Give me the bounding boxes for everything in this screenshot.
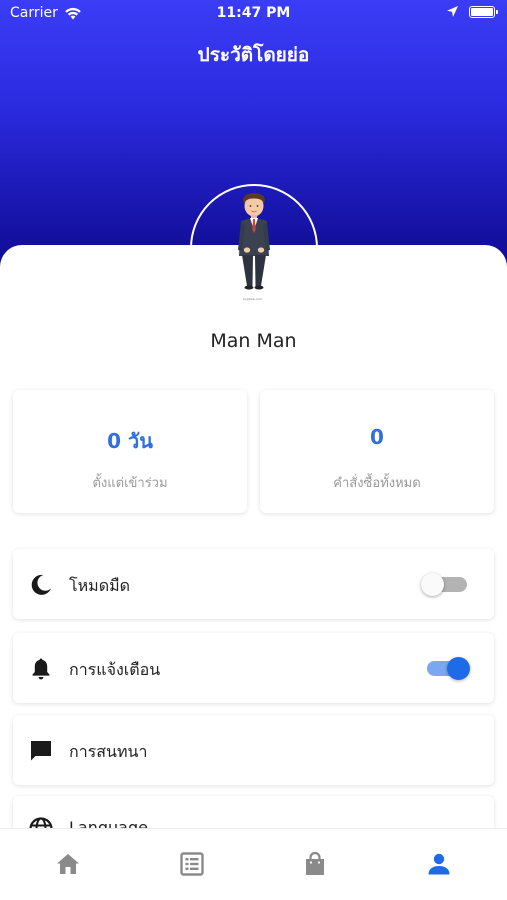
stat-orders-label: คำสั่งซื้อทั้งหมด: [333, 476, 421, 491]
avatar-caption: pngtree.com: [243, 297, 263, 301]
avatar-illustration: [238, 193, 270, 290]
chat-icon: [31, 741, 51, 761]
home-icon[interactable]: [55, 851, 81, 877]
setting-dark-mode[interactable]: โหมดมืด: [13, 549, 494, 619]
stat-orders-value: 0: [370, 425, 384, 449]
stat-joined-value: 0 วัน: [107, 429, 153, 453]
dark-mode-toggle[interactable]: [421, 573, 467, 596]
battery-icon: [469, 5, 498, 18]
setting-notifications[interactable]: การแจ้งเตือน: [13, 633, 494, 703]
person-icon[interactable]: [426, 851, 452, 877]
bell-icon: [32, 658, 50, 680]
stat-joined-label: ตั้งแต่เข้าร่วม: [92, 476, 168, 491]
avatar[interactable]: [192, 186, 316, 310]
status-right-group: [446, 5, 498, 18]
setting-chat[interactable]: การสนทนา: [13, 715, 494, 785]
status-time: 11:47 PM: [216, 5, 291, 21]
list-icon[interactable]: [179, 851, 205, 877]
location-arrow-icon: [447, 6, 458, 17]
notifications-toggle[interactable]: [427, 657, 470, 680]
profile-name: Man Man: [210, 330, 297, 352]
stat-card-joined: 0 วัน ตั้งแต่เข้าร่วม: [13, 390, 247, 513]
moon-icon: [31, 574, 51, 595]
tab-bar: [0, 828, 507, 900]
stat-card-orders: 0 คำสั่งซื้อทั้งหมด: [260, 390, 494, 513]
status-bar: Carrier 11:47 PM: [0, 0, 507, 28]
setting-notifications-label: การแจ้งเตือน: [69, 660, 161, 679]
bag-icon[interactable]: [302, 851, 328, 877]
page-title: ประวัติโดยย่อ: [197, 44, 310, 66]
setting-chat-label: การสนทนา: [69, 742, 148, 761]
setting-dark-mode-label: โหมดมืด: [69, 576, 131, 595]
